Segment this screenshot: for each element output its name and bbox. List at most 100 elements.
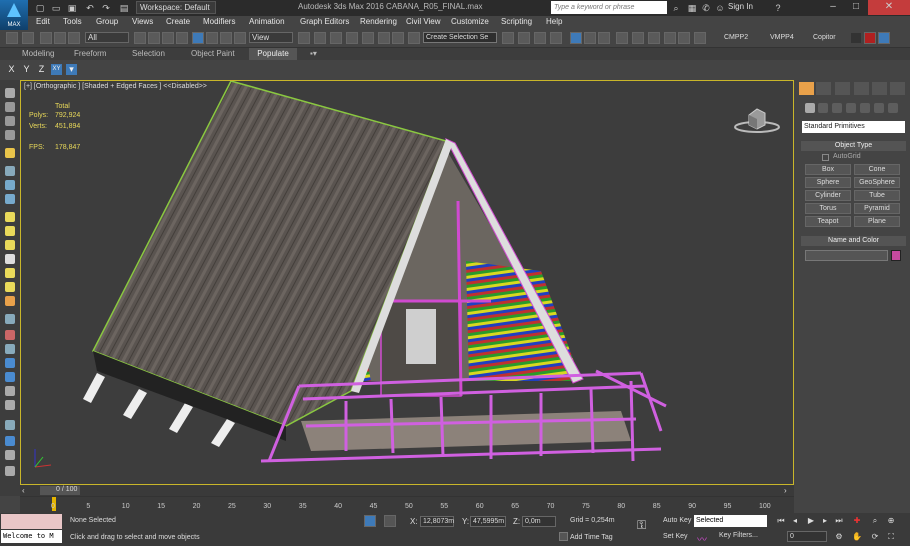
script-red-icon[interactable]	[864, 32, 876, 44]
groups-icon[interactable]	[5, 344, 15, 354]
systems-icon[interactable]	[5, 240, 15, 250]
maxscript-output[interactable]: Welcome to M	[1, 530, 62, 543]
spacewarps-category-icon[interactable]	[874, 103, 884, 113]
key-filters-button[interactable]: Key Filters...	[719, 532, 758, 539]
select-move-icon[interactable]	[192, 32, 204, 44]
user-icon[interactable]: ☺	[714, 2, 726, 14]
container-icon[interactable]	[5, 88, 15, 98]
bone-icon[interactable]	[5, 254, 15, 264]
hair-icon[interactable]	[5, 296, 15, 306]
object-type-rollout[interactable]: Object Type	[801, 141, 906, 151]
menu-scripting[interactable]: Scripting	[501, 17, 532, 26]
box-button[interactable]: Box	[805, 164, 851, 175]
go-to-start-icon[interactable]: ⏮	[776, 516, 786, 526]
unlink-icon[interactable]	[54, 32, 66, 44]
list-icon[interactable]	[5, 130, 15, 140]
ribbon-options-icon[interactable]: ▪▾	[310, 49, 317, 58]
create-tab-icon[interactable]	[799, 82, 814, 95]
axis-x-button[interactable]: X	[6, 64, 17, 75]
vmpp4-script-button[interactable]: VMPP4	[770, 34, 794, 41]
placement-icon[interactable]	[234, 32, 246, 44]
pivot-center-icon[interactable]	[298, 32, 310, 44]
window-crossing-icon[interactable]	[176, 32, 188, 44]
menu-group[interactable]: Group	[96, 17, 118, 26]
rect-selection-icon[interactable]	[162, 32, 174, 44]
motion-tab-icon[interactable]	[854, 82, 869, 95]
maximize-viewport-icon[interactable]: ⛶	[886, 532, 896, 542]
project-folder-icon[interactable]: ▤	[118, 2, 130, 14]
help-icon[interactable]: ?	[772, 2, 784, 14]
time-config-icon[interactable]: ⚙	[834, 532, 844, 542]
select-rotate-icon[interactable]	[206, 32, 218, 44]
primitive-type-dropdown[interactable]: Standard Primitives	[802, 121, 905, 133]
subscription-icon[interactable]: ▦	[686, 2, 698, 14]
close-icon[interactable]: ✕	[868, 0, 910, 15]
selection-filter-dropdown[interactable]: All	[85, 32, 129, 43]
previous-frame-icon[interactable]: ◂	[790, 516, 800, 526]
maxscript-listener-input[interactable]	[1, 514, 62, 529]
time-prev-icon[interactable]: ‹	[22, 486, 30, 495]
script-fb-icon[interactable]	[878, 32, 890, 44]
key-icon[interactable]: ⚿	[637, 518, 646, 533]
schematic-view-icon[interactable]	[584, 32, 596, 44]
reference-coordinate-dropdown[interactable]: View	[249, 32, 293, 43]
teapot-button[interactable]: Teapot	[805, 216, 851, 227]
search-input[interactable]: Type a keyword or phrase	[551, 1, 667, 14]
play-icon[interactable]: ▶	[806, 516, 816, 526]
next-frame-icon[interactable]: ▸	[820, 516, 830, 526]
geometry-category-icon[interactable]	[805, 103, 815, 113]
spacewarp-icon[interactable]	[5, 194, 15, 204]
viewport-orthographic[interactable]: [+] [Orthographic ] [Shaded + Edged Face…	[20, 80, 794, 485]
transform-mode-icon[interactable]	[384, 515, 396, 527]
render-setup-icon[interactable]	[616, 32, 628, 44]
tab-populate[interactable]: Populate	[249, 48, 297, 60]
selection-lock-icon[interactable]	[364, 515, 376, 527]
select-scale-icon[interactable]	[220, 32, 232, 44]
tab-selection[interactable]: Selection	[132, 49, 165, 58]
name-color-rollout[interactable]: Name and Color	[801, 236, 906, 246]
cylinder-button[interactable]: Cylinder	[805, 190, 851, 201]
menu-graph-editors[interactable]: Graph Editors	[300, 17, 349, 26]
menu-civil-view[interactable]: Civil View	[406, 17, 441, 26]
go-to-end-icon[interactable]: ⏭	[834, 516, 844, 526]
curve-editor-icon[interactable]	[570, 32, 582, 44]
time-tag-icon[interactable]	[559, 532, 568, 541]
menu-modifiers[interactable]: Modifiers	[203, 17, 235, 26]
current-frame-field[interactable]: 0	[787, 531, 827, 542]
y-coordinate-field[interactable]: 47,5995m	[470, 516, 506, 527]
angle-snap-icon[interactable]	[362, 32, 374, 44]
frame-nav-icon[interactable]: ✚	[852, 516, 862, 526]
select-object-icon[interactable]	[134, 32, 146, 44]
menu-edit[interactable]: Edit	[36, 17, 50, 26]
geometry-icon[interactable]	[5, 212, 15, 222]
communication-icon[interactable]: ✆	[700, 2, 712, 14]
menu-rendering[interactable]: Rendering	[360, 17, 397, 26]
render-cloud-icon[interactable]	[694, 32, 706, 44]
add-time-tag-button[interactable]: Add Time Tag	[570, 534, 613, 541]
bind-space-warp-icon[interactable]	[68, 32, 80, 44]
hierarchy-tab-icon[interactable]	[835, 82, 850, 95]
named-selection-dropdown[interactable]: Create Selection Se	[423, 32, 497, 43]
systems-category-icon[interactable]	[888, 103, 898, 113]
sort-icon[interactable]	[5, 400, 15, 410]
mirror-icon[interactable]	[502, 32, 514, 44]
cameras-category-icon[interactable]	[846, 103, 856, 113]
display-icon[interactable]	[5, 102, 15, 112]
object-name-input[interactable]	[805, 250, 888, 261]
geosphere-button[interactable]: GeoSphere	[854, 177, 900, 188]
minimize-icon[interactable]: –	[822, 0, 844, 15]
render-production-icon[interactable]	[648, 32, 660, 44]
z-coordinate-field[interactable]: 0,0m	[522, 516, 556, 527]
autogrid-checkbox[interactable]	[822, 154, 829, 161]
menu-animation[interactable]: Animation	[249, 17, 285, 26]
xref-icon[interactable]	[5, 330, 15, 340]
menu-help[interactable]: Help	[546, 17, 562, 26]
new-file-icon[interactable]: ▢	[34, 2, 46, 14]
helper-icon[interactable]	[5, 180, 15, 190]
maximize-icon[interactable]: □	[845, 0, 867, 15]
modify-tab-icon[interactable]	[816, 82, 831, 95]
hierarchy-icon[interactable]	[5, 386, 15, 396]
collapse-icon[interactable]	[5, 466, 15, 476]
menu-customize[interactable]: Customize	[451, 17, 489, 26]
key-tangent-icon[interactable]: 〰	[697, 531, 711, 546]
